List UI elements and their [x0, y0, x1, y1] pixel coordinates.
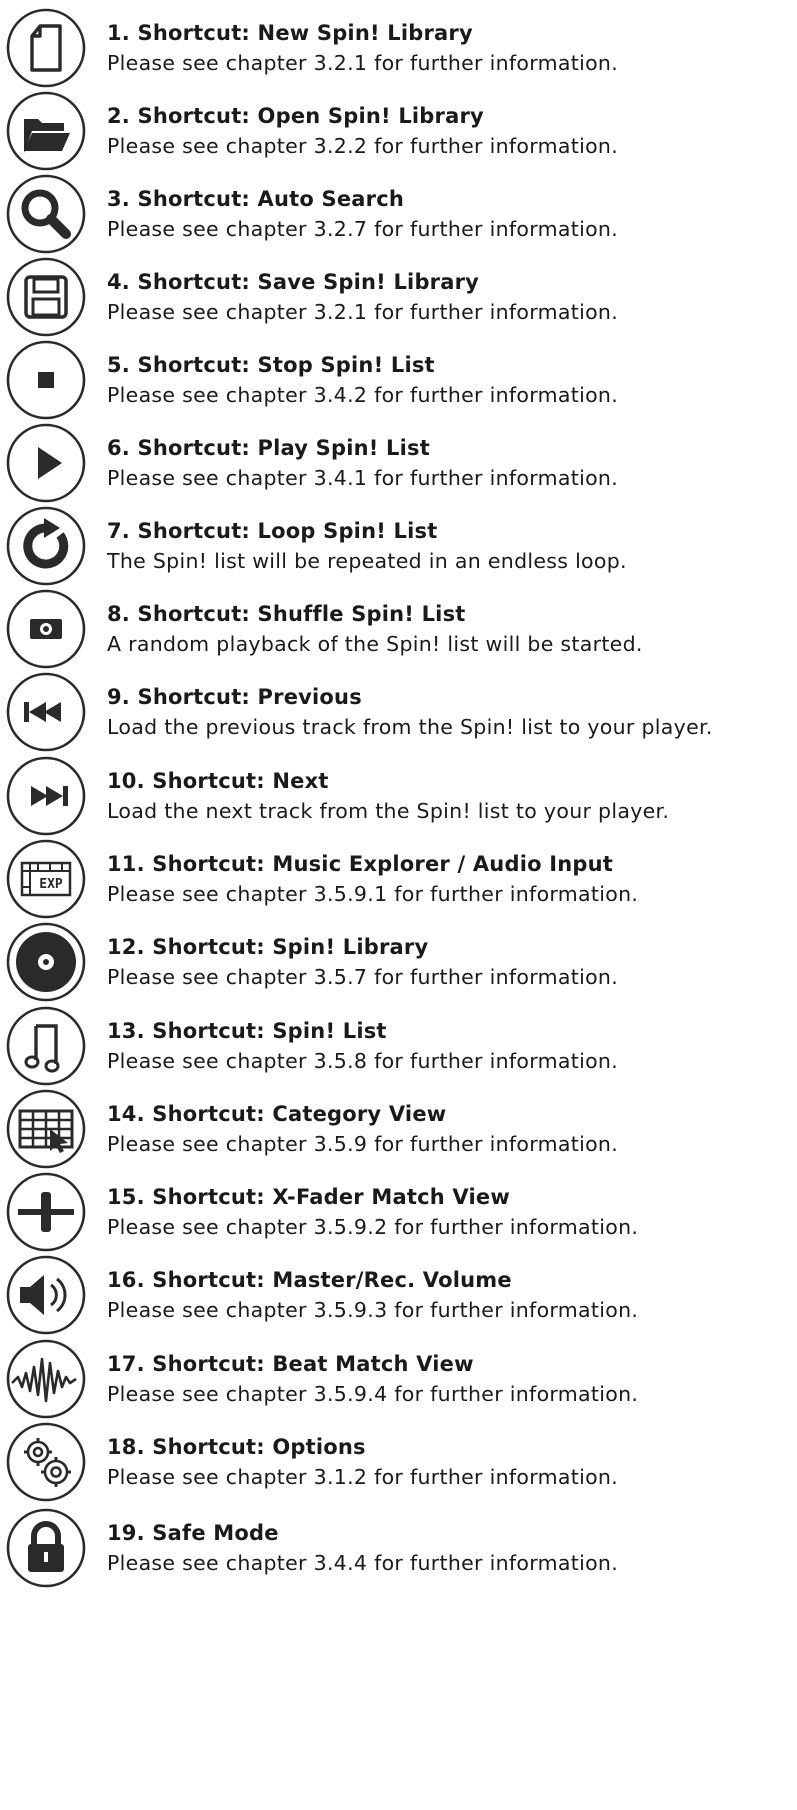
speaker-volume-icon	[4, 1253, 88, 1337]
shortcut-title: 5. Shortcut: Stop Spin! List	[107, 353, 435, 377]
shortcut-entry: 13. Shortcut: Spin! List Please see chapt…	[0, 998, 797, 1092]
shortcut-title: 13. Shortcut: Spin! List	[107, 1019, 387, 1043]
shortcut-description: Please see chapter 3.5.9.2 for further i…	[107, 1215, 639, 1239]
shortcut-entry: 17. Shortcut: Beat Match View Please see …	[0, 1331, 797, 1425]
shortcut-description: The Spin! list will be repeated in an en…	[107, 549, 627, 573]
shortcut-entry: 12. Shortcut: Spin! Library Please see ch…	[0, 914, 797, 1008]
shortcut-description: Please see chapter 3.5.7 for further inf…	[107, 965, 619, 989]
shortcut-title: 4. Shortcut: Save Spin! Library	[107, 270, 480, 294]
shortcut-entry: 1. Shortcut: New Spin! Library Please see…	[0, 0, 797, 94]
shortcut-entry: 4. Shortcut: Save Spin! Library Please se…	[0, 249, 797, 343]
shortcut-description: Please see chapter 3.5.9.1 for further i…	[107, 882, 639, 906]
category-grid-icon	[4, 1087, 88, 1171]
shortcut-title: 6. Shortcut: Play Spin! List	[107, 436, 430, 460]
shortcut-description: A random playback of the Spin! list will…	[107, 632, 643, 656]
shortcut-description: Please see chapter 3.4.1 for further inf…	[107, 466, 619, 490]
shortcut-title: 18. Shortcut: Options	[107, 1435, 366, 1459]
shortcut-description: Please see chapter 3.2.2 for further inf…	[107, 134, 619, 158]
shortcut-entry: 15. Shortcut: X-Fader Match View Please s…	[0, 1164, 797, 1258]
shortcut-title: 17. Shortcut: Beat Match View	[107, 1352, 474, 1376]
shortcut-description: Please see chapter 3.2.1 for further inf…	[107, 300, 619, 324]
shortcut-title: 11. Shortcut: Music Explorer / Audio Inp…	[107, 852, 614, 876]
gears-icon	[4, 1420, 88, 1504]
shuffle-icon	[4, 587, 88, 671]
icon-label: EXP	[39, 877, 63, 892]
shortcut-title: 7. Shortcut: Loop Spin! List	[107, 519, 438, 543]
search-icon	[4, 172, 88, 256]
shortcut-title: 15. Shortcut: X-Fader Match View	[107, 1185, 510, 1209]
shortcut-title: 12. Shortcut: Spin! Library	[107, 935, 429, 959]
music-explorer-icon: EXP	[4, 837, 88, 921]
shortcut-title: 3. Shortcut: Auto Search	[107, 187, 405, 211]
open-folder-icon	[4, 89, 88, 173]
shortcut-entry: 16. Shortcut: Master/Rec. Volume Please s…	[0, 1247, 797, 1341]
shortcut-description: Please see chapter 3.2.1 for further inf…	[107, 51, 619, 75]
shortcut-description: Load the next track from the Spin! list …	[107, 799, 670, 823]
shortcut-entry: EXP 11. Shortcut: Music Explorer / Audio …	[0, 831, 797, 925]
shortcut-title: 8. Shortcut: Shuffle Spin! List	[107, 602, 466, 626]
shortcut-description: Please see chapter 3.5.9.4 for further i…	[107, 1382, 639, 1406]
shortcut-entry: 3. Shortcut: Auto Search Please see chapt…	[0, 166, 797, 260]
new-document-icon	[4, 6, 88, 90]
shortcut-entry: 5. Shortcut: Stop Spin! List Please see c…	[0, 332, 797, 426]
shortcut-title: 2. Shortcut: Open Spin! Library	[107, 104, 484, 128]
shortcut-title: 9. Shortcut: Previous	[107, 685, 362, 709]
shortcut-entry: 10. Shortcut: Next Load the next track fr…	[0, 748, 797, 842]
shortcut-description: Please see chapter 3.4.4 for further inf…	[107, 1551, 619, 1575]
shortcut-entry: 9. Shortcut: Previous Load the previous t…	[0, 664, 797, 758]
lock-icon	[4, 1506, 88, 1590]
shortcut-description: Please see chapter 3.1.2 for further inf…	[107, 1465, 619, 1489]
stop-icon	[4, 338, 88, 422]
shortcut-entry: 18. Shortcut: Options Please see chapter …	[0, 1414, 797, 1508]
shortcut-entry: 2. Shortcut: Open Spin! Library Please se…	[0, 83, 797, 177]
loop-icon	[4, 504, 88, 588]
shortcut-entry: 14. Shortcut: Category View Please see ch…	[0, 1081, 797, 1175]
shortcut-description: Please see chapter 3.5.8 for further inf…	[107, 1049, 619, 1073]
shortcut-title: 14. Shortcut: Category View	[107, 1102, 447, 1126]
disc-icon	[4, 920, 88, 1004]
shortcut-description: Please see chapter 3.4.2 for further inf…	[107, 383, 619, 407]
shortcut-entry: 7. Shortcut: Loop Spin! List The Spin! li…	[0, 498, 797, 592]
shortcut-description: Please see chapter 3.2.7 for further inf…	[107, 217, 619, 241]
shortcut-title: 10. Shortcut: Next	[107, 769, 329, 793]
shortcut-title: 19. Safe Mode	[107, 1521, 279, 1545]
previous-icon	[4, 670, 88, 754]
shortcut-title: 1. Shortcut: New Spin! Library	[107, 21, 473, 45]
shortcut-description: Please see chapter 3.5.9.3 for further i…	[107, 1298, 639, 1322]
shortcut-entry: 6. Shortcut: Play Spin! List Please see c…	[0, 415, 797, 509]
shortcut-entry: 19. Safe Mode Please see chapter 3.4.4 fo…	[0, 1500, 797, 1594]
crossfader-icon	[4, 1170, 88, 1254]
play-icon	[4, 421, 88, 505]
shortcut-description: Please see chapter 3.5.9 for further inf…	[107, 1132, 619, 1156]
shortcut-title: 16. Shortcut: Master/Rec. Volume	[107, 1268, 512, 1292]
shortcut-description: Load the previous track from the Spin! l…	[107, 715, 713, 739]
music-note-icon	[4, 1004, 88, 1088]
waveform-icon	[4, 1337, 88, 1421]
next-icon	[4, 754, 88, 838]
shortcut-entry: 8. Shortcut: Shuffle Spin! List A random …	[0, 581, 797, 675]
save-disk-icon	[4, 255, 88, 339]
